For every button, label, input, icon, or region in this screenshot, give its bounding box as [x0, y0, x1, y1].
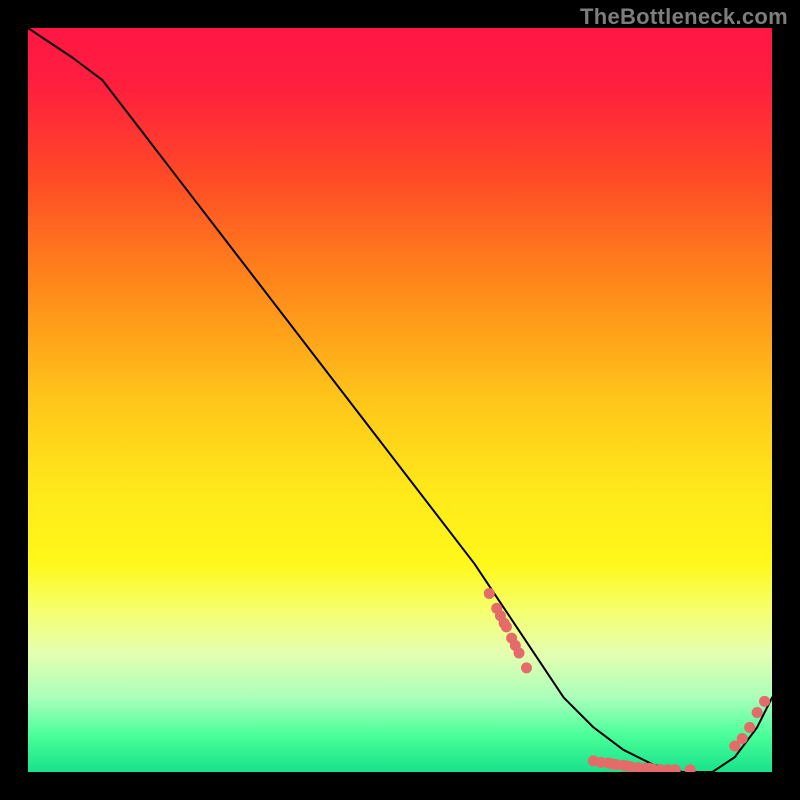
watermark-label: TheBottleneck.com [580, 4, 788, 30]
highlight-point [514, 647, 525, 658]
highlight-point [744, 722, 755, 733]
highlight-point [752, 707, 763, 718]
plot-area [28, 28, 772, 772]
gradient-background [28, 28, 772, 772]
highlight-point [737, 733, 748, 744]
highlight-point [521, 662, 532, 673]
highlight-point [484, 588, 495, 599]
chart-svg [28, 28, 772, 772]
highlight-point [759, 696, 770, 707]
chart-frame: TheBottleneck.com [0, 0, 800, 800]
highlight-point [501, 621, 512, 632]
